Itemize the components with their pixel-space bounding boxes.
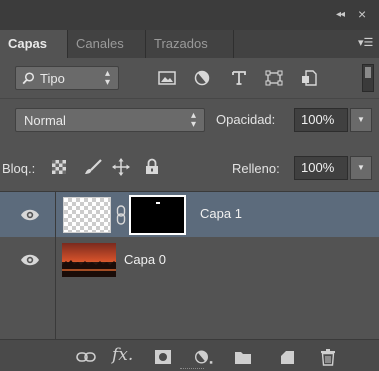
blend-mode-dropdown[interactable]: Normal ▴ ▾ bbox=[15, 108, 205, 132]
blend-row: Normal ▴ ▾ Opacidad: 100% ▼ bbox=[0, 100, 379, 138]
spinner-arrows-icon: ▴ ▾ bbox=[190, 110, 196, 130]
filter-type-label: Tipo bbox=[40, 71, 65, 86]
type-filter-icon[interactable] bbox=[230, 70, 248, 86]
pixel-filter-icon[interactable] bbox=[158, 70, 176, 86]
filter-type-dropdown[interactable]: Tipo ▴ ▾ bbox=[15, 66, 119, 90]
double-chevron-left-icon[interactable]: ◂◂ bbox=[336, 9, 345, 20]
fill-dropdown-arrow[interactable]: ▼ bbox=[350, 156, 372, 180]
visibility-eye-icon[interactable] bbox=[20, 253, 40, 267]
layer-mask-thumbnail[interactable] bbox=[129, 195, 186, 235]
layers-panel: ◂◂ × Capas Canales Trazados ▾☰ Tipo ▴▾ bbox=[0, 0, 379, 371]
lock-row: Bloq.: Relleno: 100% ▼ bbox=[0, 150, 379, 188]
opacity-label: Opacidad: bbox=[216, 112, 276, 127]
panel-menu-icon[interactable]: ▾☰ bbox=[358, 36, 373, 49]
layer-row-capa-0[interactable]: Capa 0 bbox=[0, 237, 379, 282]
new-layer-icon[interactable] bbox=[277, 348, 297, 366]
mask-white-dot bbox=[156, 202, 160, 204]
chain-link-icon[interactable] bbox=[116, 205, 126, 225]
lock-label: Bloq.: bbox=[2, 161, 36, 176]
filter-toggle-switch[interactable] bbox=[362, 64, 374, 92]
blend-mode-value: Normal bbox=[24, 113, 66, 128]
panel-title-strip: ◂◂ × bbox=[0, 0, 379, 30]
visibility-eye-icon[interactable] bbox=[20, 208, 40, 222]
spinner-arrows-icon: ▴ ▾ bbox=[104, 68, 110, 88]
tab-trazados[interactable]: Trazados bbox=[146, 30, 234, 58]
layer-name: Capa 1 bbox=[200, 206, 242, 221]
layer-thumbnail-transparent[interactable] bbox=[63, 197, 111, 233]
switch-knob bbox=[365, 67, 371, 78]
adjustment-filter-icon[interactable] bbox=[193, 70, 211, 86]
tab-label: Capas bbox=[8, 36, 48, 51]
opacity-input[interactable]: 100% bbox=[294, 108, 348, 132]
link-layers-icon[interactable] bbox=[76, 348, 96, 366]
fill-label: Relleno: bbox=[232, 161, 280, 176]
close-icon[interactable]: × bbox=[358, 6, 366, 22]
layers-column-divider bbox=[55, 192, 56, 340]
fill-input[interactable]: 100% bbox=[294, 156, 348, 180]
new-group-icon[interactable] bbox=[233, 348, 253, 366]
opacity-dropdown-arrow[interactable]: ▼ bbox=[350, 108, 372, 132]
sunset-photo-thumbnail[interactable] bbox=[62, 243, 116, 277]
lock-all-icon[interactable] bbox=[145, 158, 159, 175]
adjustment-layer-icon[interactable] bbox=[194, 348, 214, 366]
tab-capas[interactable]: Capas bbox=[0, 30, 68, 58]
lock-image-pixels-icon[interactable] bbox=[84, 159, 102, 175]
tab-canales[interactable]: Canales bbox=[68, 30, 146, 58]
tab-label: Canales bbox=[76, 36, 124, 51]
smart-object-filter-icon[interactable] bbox=[300, 70, 318, 86]
delete-icon[interactable] bbox=[318, 348, 338, 366]
lock-transparent-pixels-icon[interactable] bbox=[52, 160, 66, 174]
layers-list: Capa 1 Capa 0 bbox=[0, 191, 379, 340]
lock-position-icon[interactable] bbox=[112, 158, 130, 176]
search-icon bbox=[22, 72, 35, 85]
filter-row: Tipo ▴ ▾ bbox=[0, 58, 379, 99]
bottom-toolbar: fx. bbox=[0, 339, 379, 371]
layer-name: Capa 0 bbox=[124, 252, 166, 267]
fx-icon[interactable]: fx. bbox=[112, 345, 142, 365]
layer-row-capa-1[interactable]: Capa 1 bbox=[0, 192, 379, 237]
tab-label: Trazados bbox=[154, 36, 208, 51]
shape-filter-icon[interactable] bbox=[265, 70, 283, 86]
tab-bar: Capas Canales Trazados ▾☰ bbox=[0, 30, 379, 58]
add-mask-icon[interactable] bbox=[153, 348, 173, 366]
